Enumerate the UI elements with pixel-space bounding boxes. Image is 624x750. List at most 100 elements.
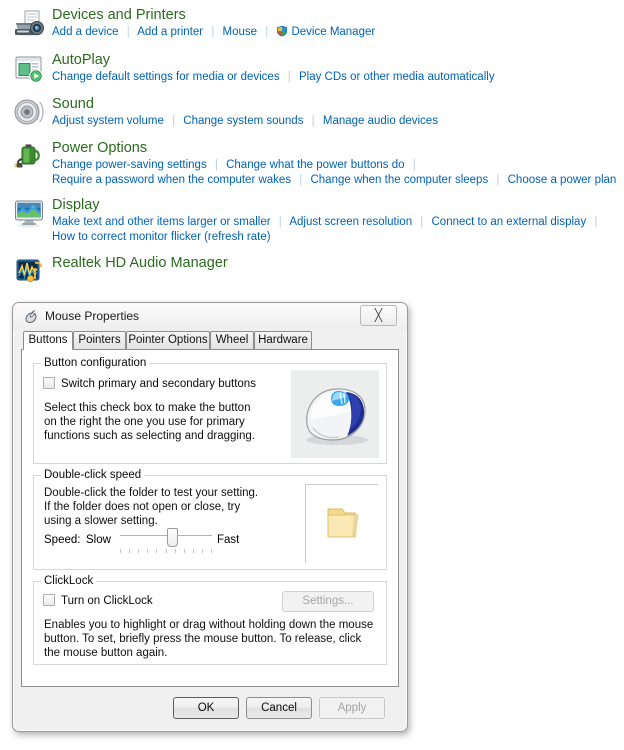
- cp-section-realtek-hd-audio-manager: Realtek HD Audio Manager: [12, 254, 228, 288]
- close-icon[interactable]: ╳: [360, 305, 397, 326]
- link-device-manager[interactable]: Device Manager: [291, 26, 375, 38]
- link-add-a-device[interactable]: Add a device: [52, 26, 119, 38]
- cp-section-links: Change default settings for media or dev…: [52, 70, 495, 85]
- folder-test-area[interactable]: [305, 484, 378, 563]
- close-glyph: ╳: [374, 308, 383, 322]
- link-require-a-password-when-the-computer-wakes[interactable]: Require a password when the computer wak…: [52, 174, 291, 186]
- link-separator: |: [496, 174, 500, 186]
- clicklock-checkbox-row[interactable]: Turn on ClickLock: [43, 594, 153, 607]
- link-change-default-settings-for-media-or-devices[interactable]: Change default settings for media or dev…: [52, 71, 280, 83]
- sound-speaker-icon: [12, 95, 46, 129]
- link-separator: |: [420, 216, 424, 228]
- switch-buttons-checkbox[interactable]: [43, 377, 55, 389]
- dialog-title: Mouse Properties: [45, 309, 140, 323]
- folder-test-icon: [327, 508, 359, 538]
- link-add-a-printer[interactable]: Add a printer: [137, 26, 203, 38]
- link-play-cds-or-other-media-automatically[interactable]: Play CDs or other media automatically: [299, 71, 495, 83]
- apply-button: Apply: [319, 697, 385, 719]
- clicklock-checkbox[interactable]: [43, 594, 55, 606]
- link-separator: |: [126, 26, 130, 38]
- cp-section-title: Devices and Printers: [52, 7, 186, 23]
- display-monitor-icon: [12, 196, 46, 230]
- tab-label: Buttons: [28, 334, 68, 346]
- tab-page-buttons: Button configuration Switch primary and …: [21, 349, 399, 687]
- link-separator: |: [172, 115, 176, 127]
- link-separator: |: [287, 71, 291, 83]
- link-separator: |: [265, 26, 269, 38]
- uac-shield-icon: [276, 25, 288, 37]
- cp-section-autoplay: AutoPlay Change default settings for med…: [12, 51, 495, 85]
- slider-track: [120, 535, 212, 536]
- cancel-button[interactable]: Cancel: [246, 697, 312, 719]
- link-mouse[interactable]: Mouse: [223, 26, 258, 38]
- link-separator: |: [594, 216, 598, 228]
- cp-section-links: Make text and other items larger or smal…: [52, 215, 602, 245]
- cp-section-title: Display: [52, 197, 100, 213]
- link-separator: |: [299, 174, 303, 186]
- tab-label: Wheel: [215, 334, 249, 346]
- tab-pointers[interactable]: Pointers: [73, 331, 126, 349]
- double-click-speed-slider[interactable]: [120, 528, 212, 556]
- group-clicklock: ClickLock Turn on ClickLock Settings... …: [33, 575, 387, 665]
- clicklock-description: Enables you to highlight or drag without…: [44, 619, 374, 659]
- control-panel-list: Devices and Printers Add a device | Add …: [0, 0, 624, 300]
- link-change-power-saving-settings[interactable]: Change power-saving settings: [52, 159, 207, 171]
- printers-and-devices-icon: [12, 6, 46, 40]
- tab-wheel[interactable]: Wheel: [210, 331, 254, 349]
- tab-pointer-options[interactable]: Pointer Options: [126, 331, 210, 349]
- switch-buttons-checkbox-row[interactable]: Switch primary and secondary buttons: [43, 377, 256, 390]
- tab-label: Pointers: [78, 334, 121, 346]
- link-separator: |: [311, 115, 315, 127]
- link-adjust-screen-resolution[interactable]: Adjust screen resolution: [289, 216, 412, 228]
- power-battery-icon: [12, 139, 46, 173]
- mouse-preview-image: [291, 370, 379, 458]
- dialog-footer: OK Cancel Apply: [21, 691, 399, 723]
- realtek-audio-icon: [12, 254, 46, 288]
- mouse-properties-dialog: Mouse Properties ╳ Buttons Pointers Poin…: [12, 302, 408, 732]
- ok-button[interactable]: OK: [173, 697, 239, 719]
- link-separator: |: [211, 26, 215, 38]
- button-configuration-description: Select this check box to make the button…: [44, 402, 255, 442]
- link-change-what-the-power-buttons-do[interactable]: Change what the power buttons do: [226, 159, 404, 171]
- dialog-titlebar[interactable]: Mouse Properties ╳: [13, 303, 407, 331]
- cp-section-title: Power Options: [52, 140, 148, 156]
- group-button-configuration: Button configuration Switch primary and …: [33, 357, 387, 464]
- group-legend: Double-click speed: [41, 469, 145, 481]
- group-legend: Button configuration: [41, 357, 150, 369]
- group-double-click-speed: Double-click speed Double-click the fold…: [33, 469, 387, 570]
- link-manage-audio-devices[interactable]: Manage audio devices: [323, 115, 438, 127]
- cp-section-links: Change power-saving settings | Change wh…: [52, 158, 616, 188]
- link-separator: |: [278, 216, 282, 228]
- link-connect-to-an-external-display[interactable]: Connect to an external display: [432, 216, 587, 228]
- speed-label: Speed:: [44, 534, 81, 546]
- slow-label: Slow: [86, 534, 111, 546]
- tab-hardware[interactable]: Hardware: [254, 331, 312, 349]
- link-how-to-correct-monitor-flicker[interactable]: How to correct monitor flicker (refresh …: [52, 231, 271, 243]
- tab-strip: Buttons Pointers Pointer Options Wheel H…: [23, 331, 399, 350]
- link-separator: |: [412, 159, 416, 171]
- cp-section-display: Display Make text and other items larger…: [12, 196, 602, 245]
- fast-label: Fast: [217, 534, 240, 546]
- tab-buttons[interactable]: Buttons: [23, 331, 73, 350]
- cp-section-links: Add a device | Add a printer | Mouse | D…: [52, 25, 375, 40]
- clicklock-label: Turn on ClickLock: [61, 595, 153, 607]
- link-make-text-and-other-items-larger-or-smaller[interactable]: Make text and other items larger or smal…: [52, 216, 271, 228]
- cp-section-power-options: Power Options Change power-saving settin…: [12, 139, 616, 188]
- dialog-client-area: Buttons Pointers Pointer Options Wheel H…: [21, 331, 399, 723]
- slider-thumb[interactable]: [167, 528, 178, 547]
- link-change-system-sounds[interactable]: Change system sounds: [183, 115, 303, 127]
- autoplay-icon: [12, 51, 46, 85]
- clicklock-settings-button[interactable]: Settings...: [282, 591, 374, 612]
- link-adjust-system-volume[interactable]: Adjust system volume: [52, 115, 164, 127]
- link-separator: |: [214, 159, 218, 171]
- cp-section-title: AutoPlay: [52, 52, 111, 68]
- slider-ticks: [120, 549, 212, 554]
- cp-section-title: Realtek HD Audio Manager: [52, 255, 228, 271]
- link-change-when-the-computer-sleeps[interactable]: Change when the computer sleeps: [310, 174, 488, 186]
- cp-section-links: Adjust system volume | Change system sou…: [52, 114, 438, 129]
- group-legend: ClickLock: [41, 575, 97, 587]
- cp-section-devices-and-printers: Devices and Printers Add a device | Add …: [12, 6, 375, 40]
- mouse-icon: [23, 309, 39, 325]
- tab-label: Pointer Options: [128, 334, 208, 346]
- link-choose-a-power-plan[interactable]: Choose a power plan: [508, 174, 617, 186]
